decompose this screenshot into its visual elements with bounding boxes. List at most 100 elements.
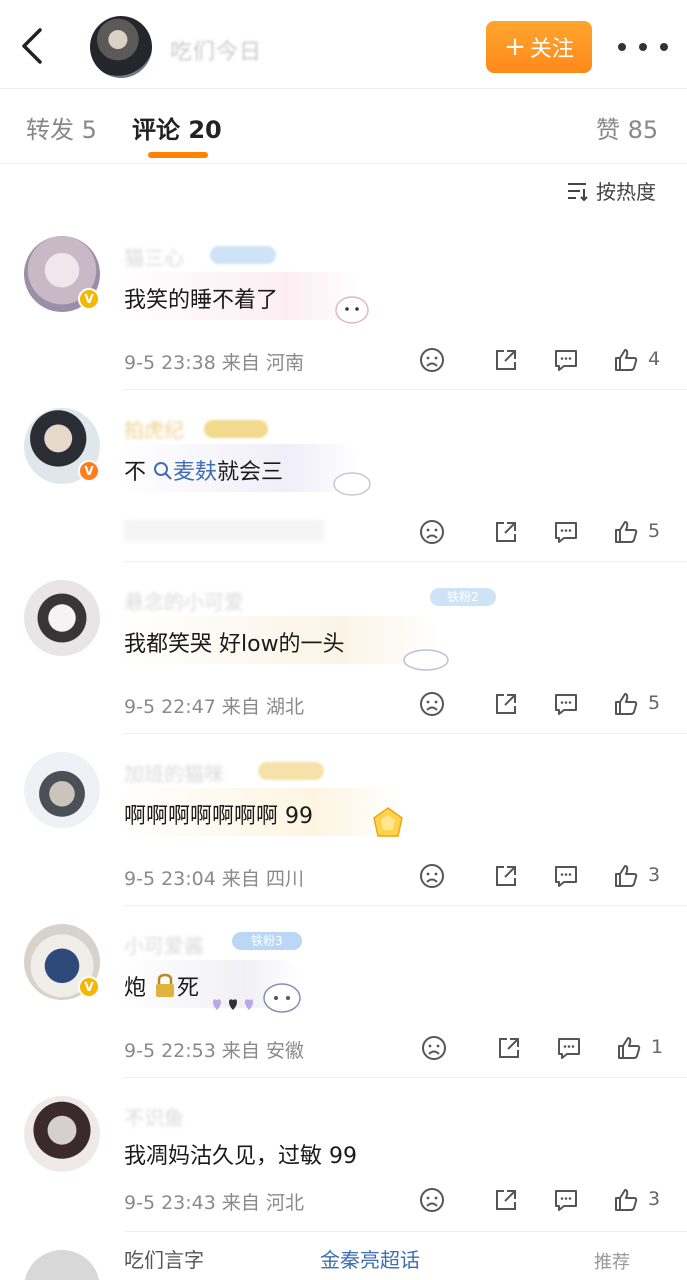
chevron-left-icon[interactable] (14, 24, 50, 68)
divider (0, 163, 687, 164)
comment-meta: 9-5 22:47 来自 湖北 (124, 692, 304, 719)
tab-count: 5 (81, 116, 97, 144)
dislike-icon[interactable] (418, 1186, 446, 1214)
avatar[interactable] (24, 752, 100, 828)
commenter-name[interactable]: 不识鱼 (124, 1102, 184, 1131)
commenter-name[interactable]: 小可爱酱 (124, 930, 204, 959)
sticker-icon (403, 649, 449, 671)
sort-label: 按热度 (596, 180, 656, 204)
share-icon[interactable] (492, 346, 520, 374)
reply-icon[interactable] (552, 346, 580, 374)
comment-from: 来自 (221, 696, 260, 718)
reply-icon[interactable] (552, 1186, 580, 1214)
tab-label: 赞 (596, 116, 620, 144)
fan-badge: 铁粉3 (232, 932, 302, 950)
more-dots-icon[interactable] (618, 36, 668, 58)
comment-time: 9-5 22:53 (124, 1040, 216, 1062)
comment-time: 9-5 23:04 (124, 868, 216, 890)
commenter-name[interactable]: 猫三心 (124, 242, 184, 271)
comment-text-post: 就会三 (217, 460, 284, 485)
fan-badge (258, 762, 324, 780)
sort-icon (568, 182, 588, 201)
dislike-icon[interactable] (418, 862, 446, 890)
dislike-icon[interactable] (420, 1034, 448, 1062)
comment-meta-blurred (124, 520, 324, 542)
thumbs-up-icon[interactable] (612, 346, 640, 374)
comment-location: 河北 (265, 1192, 304, 1214)
comment-location: 安徽 (265, 1040, 304, 1062)
like-count: 3 (648, 1188, 661, 1210)
avatar[interactable] (24, 580, 100, 656)
comment-text-pre: 不 (124, 460, 147, 485)
comment-item: 加班的猫咪 啊啊啊啊啊啊啊 99 9-5 23:04 来自 四川 3 (0, 752, 687, 902)
reply-icon[interactable] (552, 690, 580, 718)
thumbs-up-icon[interactable] (612, 518, 640, 546)
verified-badge-icon: V (78, 288, 100, 310)
divider (0, 88, 687, 89)
divider (124, 1077, 687, 1078)
sticker-icon (333, 472, 371, 496)
sort-button[interactable]: 按热度 (566, 176, 656, 205)
like-count: 5 (648, 520, 661, 542)
tab-comments[interactable]: 评论 20 (132, 110, 222, 145)
reply-icon[interactable] (552, 518, 580, 546)
avatar[interactable] (24, 1096, 100, 1172)
share-icon[interactable] (492, 862, 520, 890)
comment-meta: 9-5 23:04 来自 四川 (124, 864, 304, 891)
share-icon[interactable] (495, 1034, 523, 1062)
search-link[interactable]: 麦麸 (153, 460, 217, 485)
verified-badge-icon: V (78, 460, 100, 482)
thumbs-up-icon[interactable] (612, 1186, 640, 1214)
reply-icon[interactable] (552, 862, 580, 890)
divider (124, 1231, 687, 1232)
comment-location: 四川 (265, 868, 304, 890)
comment-from: 来自 (221, 1040, 260, 1062)
reply-icon[interactable] (555, 1034, 583, 1062)
comment-text: 我笑的睡不着了 (124, 288, 279, 313)
plus-icon: + (504, 32, 526, 62)
divider (124, 561, 687, 562)
tab-likes[interactable]: 赞 85 (596, 110, 658, 145)
tab-reposts[interactable]: 转发 5 (26, 110, 97, 145)
commenter-name[interactable]: 拍虎纪 (124, 414, 184, 443)
comment-meta: 9-5 23:38 来自 河南 (124, 348, 304, 375)
commenter-name[interactable]: 加班的猫咪 (124, 758, 224, 787)
comment-item: V 拍虎纪 不 麦麸就会三 5 (0, 408, 687, 558)
author-name[interactable]: 吃们今日 (170, 34, 262, 66)
search-icon (154, 462, 172, 480)
dislike-icon[interactable] (418, 690, 446, 718)
dislike-icon[interactable] (418, 346, 446, 374)
comment-item-partial: 吃们言字 金秦亮超话 推荐 (0, 1246, 687, 1280)
tab-count: 85 (627, 116, 659, 144)
comment-meta: 9-5 22:53 来自 安徽 (124, 1036, 304, 1063)
like-count: 5 (648, 692, 661, 714)
tab-label: 评论 (132, 116, 180, 144)
comment-from: 来自 (221, 1192, 260, 1214)
thumbs-up-icon[interactable] (615, 1034, 643, 1062)
share-icon[interactable] (492, 690, 520, 718)
topic-link[interactable]: 金秦亮超话 (320, 1246, 420, 1273)
verified-badge-icon: V (78, 976, 100, 998)
follow-label: 关注 (529, 37, 574, 62)
fan-badge (210, 246, 276, 264)
author-avatar[interactable] (90, 16, 152, 78)
commenter-name[interactable]: 悬念的小可爱 (124, 586, 244, 615)
lock-icon (156, 973, 175, 997)
comment-time: 9-5 23:38 (124, 352, 216, 374)
thumbs-up-icon[interactable] (612, 690, 640, 718)
thumbs-up-icon[interactable] (612, 862, 640, 890)
comment-item: V 猫三心 我笑的睡不着了 9-5 23:38 来自 河南 4 (0, 236, 687, 386)
tab-label: 转发 (26, 116, 74, 144)
comment-item: 悬念的小可爱 铁粉2 我都笑哭 好low的一头 9-5 22:47 来自 湖北 … (0, 580, 687, 730)
follow-button[interactable]: + 关注 (486, 21, 592, 73)
dislike-icon[interactable] (418, 518, 446, 546)
comment-text: 我凋妈沽久见，过敏 99 (124, 1144, 357, 1169)
commenter-name[interactable]: 吃们言字 (124, 1246, 204, 1273)
search-word: 麦麸 (173, 460, 218, 485)
share-icon[interactable] (492, 1186, 520, 1214)
comment-text: 不 麦麸就会三 (124, 454, 283, 486)
avatar[interactable] (24, 1250, 100, 1280)
comment-item: V 小可爱酱 铁粉3 炮 死 9-5 22:53 来自 安徽 1 (0, 924, 687, 1074)
fan-badge: 铁粉2 (430, 588, 496, 606)
share-icon[interactable] (492, 518, 520, 546)
